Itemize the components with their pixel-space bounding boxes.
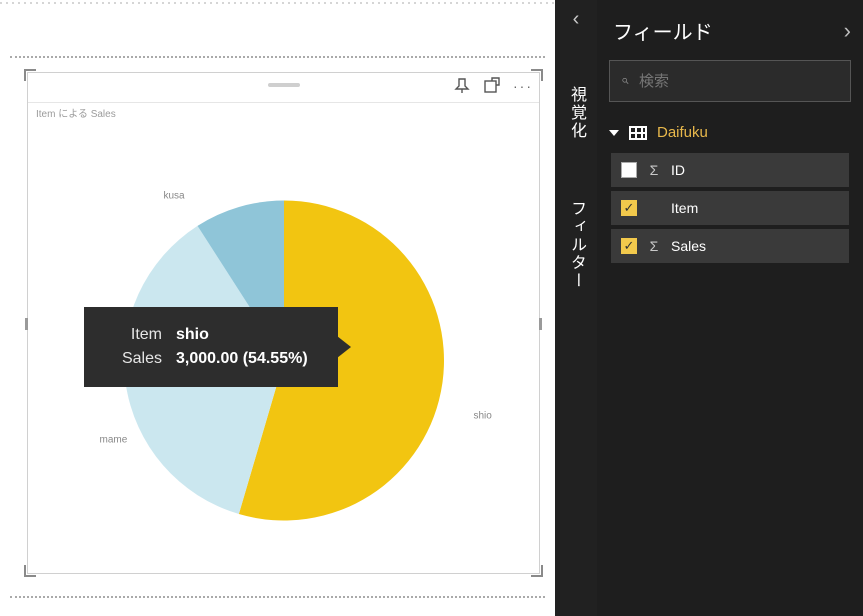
chart-tooltip: Item shio Sales 3,000.00 (54.55%) (84, 307, 338, 387)
field-id[interactable]: Σ ID (611, 153, 849, 187)
more-options-icon[interactable]: ··· (513, 77, 533, 95)
field-sales[interactable]: ✓ Σ Sales (611, 229, 849, 263)
focus-mode-icon[interactable] (483, 77, 501, 95)
tile-header: ··· (28, 73, 539, 103)
tooltip-arrow-icon (337, 336, 351, 358)
resize-handle-bl[interactable] (24, 563, 38, 577)
collapsed-pane-filters[interactable]: フィルター (564, 200, 588, 290)
table-icon (629, 126, 647, 140)
resize-handle-mr[interactable] (529, 317, 543, 331)
tooltip-value: shio (176, 326, 209, 344)
canvas-border (0, 2, 555, 4)
search-icon (622, 72, 629, 90)
tooltip-label: Sales (84, 350, 162, 368)
sigma-icon: Σ (647, 162, 661, 178)
fields-search[interactable] (609, 60, 851, 102)
slice-label-shio: shio (474, 411, 492, 422)
resize-handle-ml[interactable] (24, 317, 38, 331)
chevron-left-icon[interactable]: ‹ (555, 8, 597, 31)
checkbox[interactable] (621, 162, 637, 178)
fields-panel-header: フィールド › (597, 0, 863, 60)
field-label: ID (671, 162, 685, 178)
table-name: Daifuku (657, 124, 708, 141)
caret-down-icon (609, 130, 619, 136)
checkbox[interactable]: ✓ (621, 200, 637, 216)
fields-panel: フィールド › Daifuku ΣID✓ΣItem✓ΣSales (597, 0, 863, 616)
field-item[interactable]: ✓ΣItem (611, 191, 849, 225)
pie-visual-tile[interactable]: ··· Item による Sales shio mame kusa Item s… (27, 72, 540, 574)
report-canvas[interactable]: ··· Item による Sales shio mame kusa Item s… (0, 0, 555, 616)
table-daifuku[interactable]: Daifuku (597, 116, 863, 149)
sigma-icon: Σ (647, 238, 661, 254)
collapsed-pane-visualizations[interactable]: 視覚化 (564, 86, 588, 140)
collapsed-panes-strip: ‹ 視覚化 フィルター (555, 0, 597, 616)
chevron-right-icon[interactable]: › (844, 18, 851, 44)
slice-label-kusa: kusa (164, 191, 185, 202)
pin-icon[interactable] (453, 77, 471, 95)
search-input[interactable] (639, 73, 838, 90)
slice-label-mame: mame (100, 435, 128, 446)
resize-handle-br[interactable] (529, 563, 543, 577)
chart-title: Item による Sales (36, 105, 116, 120)
tooltip-label: Item (84, 326, 162, 344)
field-label: Sales (671, 238, 706, 254)
tooltip-value: 3,000.00 (54.55%) (176, 350, 308, 368)
field-label: Item (671, 200, 698, 216)
checkbox[interactable]: ✓ (621, 238, 637, 254)
fields-panel-title: フィールド (613, 16, 713, 45)
